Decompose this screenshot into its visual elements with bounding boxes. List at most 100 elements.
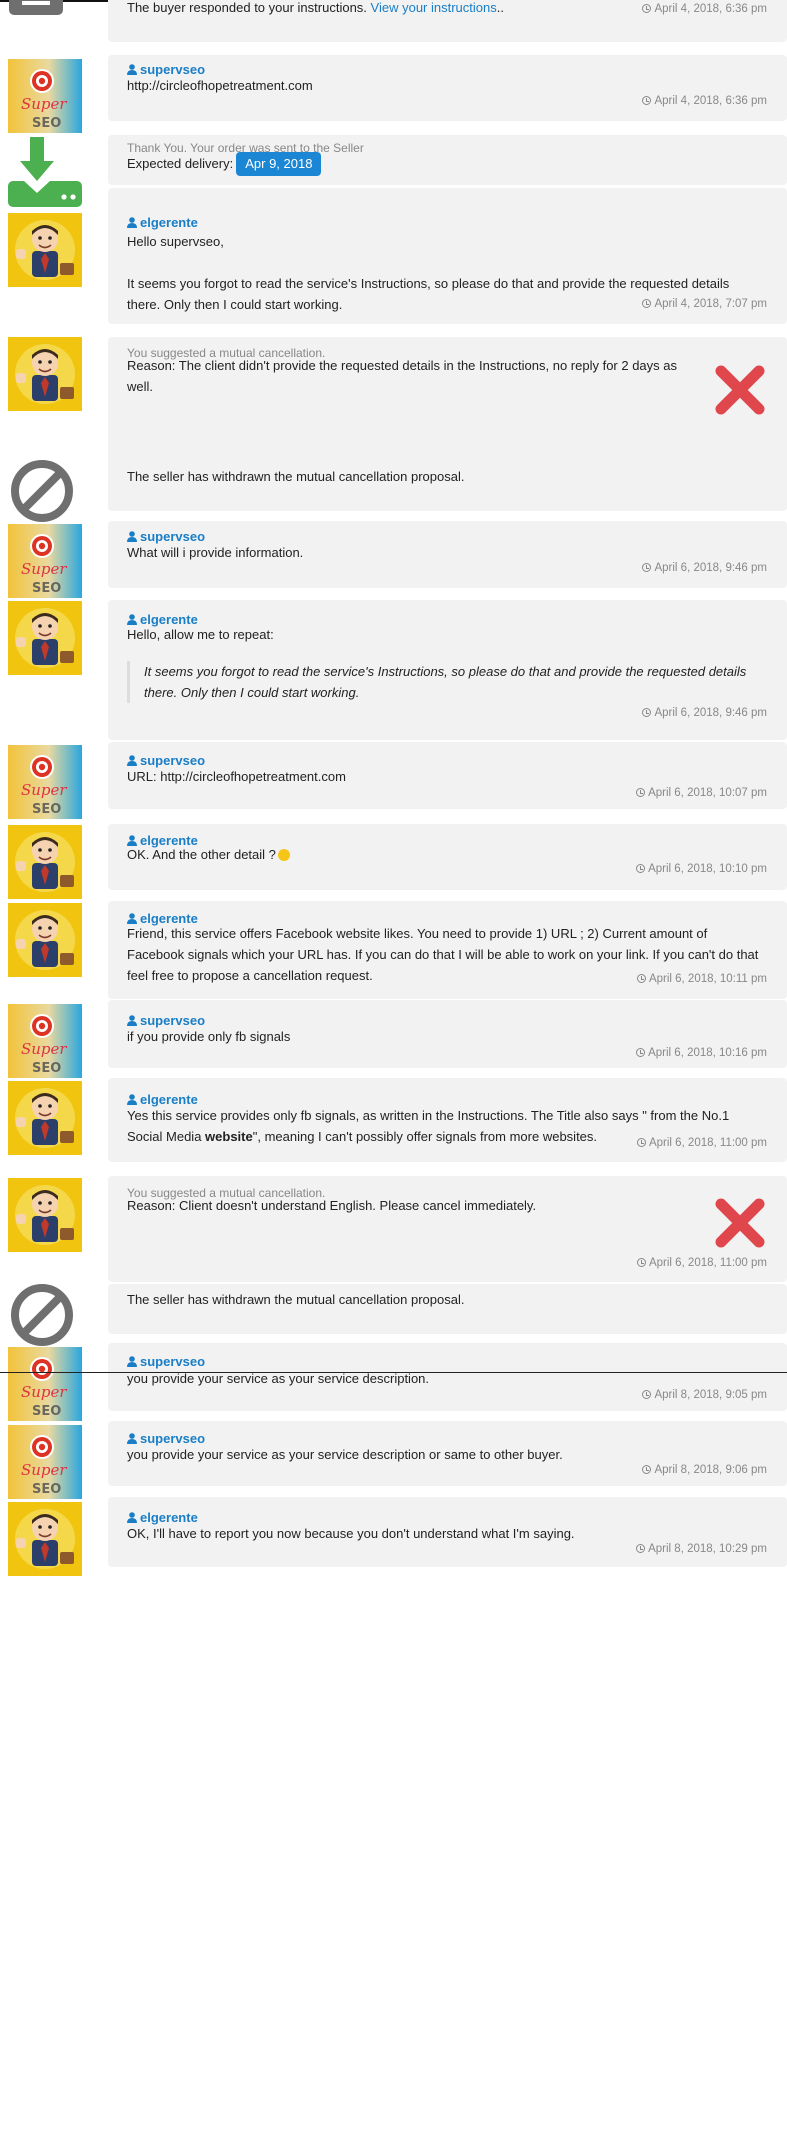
- avatar[interactable]: [8, 903, 82, 977]
- message-card: You suggested a mutual cancellation. Reas…: [108, 1176, 787, 1282]
- timestamp-text: April 4, 2018, 6:36 pm: [654, 3, 767, 15]
- timestamp: April 6, 2018, 9:46 pm: [642, 707, 767, 719]
- clock-icon: [642, 4, 652, 13]
- avatar[interactable]: Super SEO: [8, 745, 82, 819]
- message-card: The buyer responded to your instructions…: [108, 0, 787, 42]
- avatar[interactable]: Super SEO: [8, 1347, 82, 1421]
- username-text[interactable]: elgerente: [140, 215, 198, 230]
- username-text[interactable]: supervseo: [140, 1354, 205, 1369]
- avatar[interactable]: [8, 825, 82, 899]
- message-card: elgerente OK, I'll have to report you now…: [108, 1497, 787, 1567]
- clock-icon: [636, 1258, 646, 1267]
- svg-text:SEO: SEO: [32, 1404, 61, 1419]
- avatar[interactable]: Super SEO: [8, 524, 82, 598]
- svg-text:Super: Super: [21, 1461, 67, 1479]
- message-text-body: The buyer responded to your instructions…: [127, 0, 367, 15]
- avatar[interactable]: [8, 1502, 82, 1576]
- svg-text:SEO: SEO: [32, 116, 61, 131]
- message-card: supervseo if you provide only fb signals A…: [108, 1000, 787, 1068]
- message-card: The seller has withdrawn the mutual canc…: [108, 1284, 787, 1334]
- avatar[interactable]: [8, 601, 82, 675]
- timestamp: April 6, 2018, 11:00 pm: [636, 1137, 767, 1149]
- message-line: Reason: Client doesn't understand Englis…: [127, 1198, 537, 1213]
- message-row: Super SEO supervseo if you provide only fb…: [0, 1000, 787, 1078]
- clock-icon: [636, 974, 646, 983]
- message-line: It seems you forgot to read the service'…: [127, 276, 730, 291]
- message-card: supervseo What will i provide information…: [108, 521, 787, 588]
- timestamp-text: April 4, 2018, 6:36 pm: [654, 95, 767, 107]
- avatar[interactable]: [8, 1178, 82, 1252]
- expected-delivery: Expected delivery: Apr 9, 2018: [127, 152, 692, 176]
- message-text: if you provide only fb signals: [127, 1026, 767, 1047]
- message-row: elgerente OK. And the other detail ? April…: [0, 824, 787, 899]
- timestamp-text: April 6, 2018, 10:10 pm: [648, 863, 767, 875]
- timestamp-text: April 8, 2018, 9:05 pm: [654, 1389, 767, 1401]
- timestamp-text: April 4, 2018, 7:07 pm: [654, 298, 767, 310]
- svg-text:Super: Super: [21, 1383, 67, 1401]
- message-card: Thank You. Your order was sent to the Se…: [108, 135, 787, 185]
- message-card: supervseo you provide your service as you…: [108, 1421, 787, 1486]
- message-line: you provide your service as your service…: [127, 1447, 563, 1462]
- message-text: Hello, allow me to repeat:: [127, 624, 767, 645]
- timestamp-text: April 8, 2018, 10:29 pm: [648, 1543, 767, 1555]
- clock-icon: [636, 1048, 646, 1057]
- timestamp: April 8, 2018, 9:06 pm: [642, 1464, 767, 1476]
- clock-icon: [636, 1544, 646, 1553]
- message-row: elgerente Friend, this service offers Fac…: [0, 901, 787, 999]
- avatar[interactable]: [8, 337, 82, 411]
- message-line: Yes this service provides only fb signal…: [127, 1108, 730, 1123]
- message-row: Super SEO supervseo http://circleofhopetre…: [0, 55, 787, 133]
- message-line: if you provide only fb signals: [127, 1029, 291, 1044]
- smile-emoji-icon: [277, 849, 290, 861]
- clock-icon: [642, 1390, 652, 1399]
- withdrawn-text: The seller has withdrawn the mutual canc…: [127, 469, 465, 484]
- svg-text:Super: Super: [21, 781, 67, 799]
- message-row: Super SEO supervseo What will i provide in…: [0, 521, 787, 598]
- timestamp: April 6, 2018, 10:07 pm: [636, 787, 767, 799]
- username-link[interactable]: elgerente: [127, 215, 198, 231]
- avatar[interactable]: [8, 213, 82, 287]
- message-text: OK, I'll have to report you now because …: [127, 1523, 767, 1544]
- avatar[interactable]: Super SEO: [8, 1004, 82, 1078]
- message-row: elgerente Hello, allow me to repeat: It se…: [0, 600, 787, 740]
- message-line: What will i provide information.: [127, 545, 304, 560]
- message-line: [127, 252, 767, 273]
- message-row: Super SEO supervseo you provide your servi…: [0, 1421, 787, 1499]
- message-row: You suggested a mutual cancellation. Reas…: [0, 1176, 787, 1282]
- message-row: The buyer responded to your instructions…: [0, 0, 787, 42]
- message-line: Hello supervseo,: [127, 234, 224, 249]
- avatar[interactable]: Super SEO: [8, 1425, 82, 1499]
- timestamp: April 6, 2018, 11:00 pm: [636, 1257, 767, 1269]
- message-row: elgerente Hello supervseo, It seems you fo…: [0, 188, 787, 324]
- message-text: The buyer responded to your instructions…: [127, 0, 692, 18]
- timestamp-text: April 6, 2018, 9:46 pm: [654, 562, 767, 574]
- message-line-part: Social Media: [127, 1129, 206, 1144]
- avatar[interactable]: Super SEO: [8, 59, 82, 133]
- timestamp-text: April 8, 2018, 9:06 pm: [654, 1464, 767, 1476]
- ban-icon: [10, 1283, 74, 1347]
- timestamp: April 6, 2018, 10:11 pm: [636, 973, 767, 985]
- quoted-text: It seems you forgot to read the service'…: [127, 661, 767, 703]
- message-line: Hello, allow me to repeat:: [127, 627, 274, 642]
- message-card: elgerente Friend, this service offers Fac…: [108, 901, 787, 999]
- cancel-x-icon: [713, 363, 767, 417]
- svg-text:SEO: SEO: [32, 802, 61, 817]
- message-row: The seller has withdrawn the mutual canc…: [0, 1284, 787, 1346]
- message-line: http://circleofhopetreatment.com: [127, 78, 313, 93]
- svg-text:SEO: SEO: [32, 1482, 61, 1497]
- timestamp: April 8, 2018, 9:05 pm: [642, 1389, 767, 1401]
- message-card: supervseo URL: http://circleofhopetreatme…: [108, 742, 787, 809]
- message-line: Reason: The client didn't provide the re…: [127, 358, 678, 373]
- message-card: elgerente Hello supervseo, It seems you fo…: [108, 188, 787, 324]
- message-card: supervseo you provide your service as you…: [108, 1343, 787, 1411]
- svg-text:SEO: SEO: [32, 581, 61, 596]
- timestamp: April 4, 2018, 6:36 pm: [642, 95, 767, 107]
- view-instructions-link[interactable]: View your instructions: [371, 0, 497, 15]
- withdrawn-text: The seller has withdrawn the mutual canc…: [127, 1292, 465, 1307]
- menu-icon: [9, 0, 63, 19]
- svg-text:Super: Super: [21, 560, 67, 578]
- timestamp: April 6, 2018, 9:46 pm: [642, 562, 767, 574]
- timestamp-text: April 6, 2018, 10:11 pm: [648, 973, 767, 985]
- avatar[interactable]: [8, 1081, 82, 1155]
- svg-text:SEO: SEO: [32, 1061, 61, 1076]
